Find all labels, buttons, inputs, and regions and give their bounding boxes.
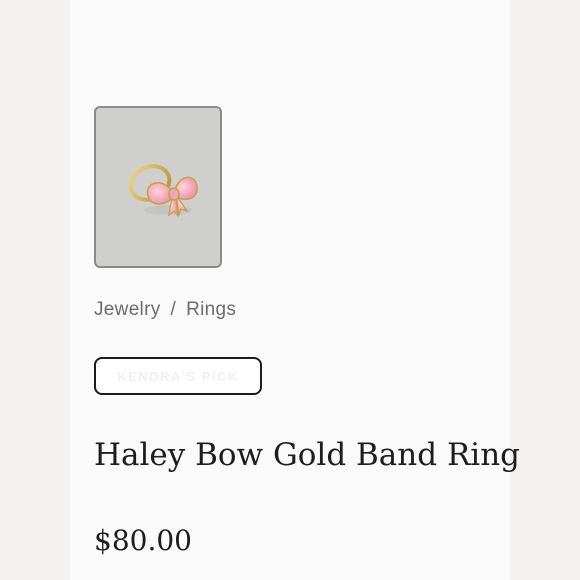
breadcrumb: Jewelry / Rings xyxy=(94,299,236,321)
product-title: Haley Bow Gold Band Ring xyxy=(94,437,521,473)
product-thumbnail[interactable] xyxy=(94,106,222,268)
ring-icon xyxy=(128,164,198,218)
breadcrumb-separator: / xyxy=(170,299,177,320)
product-price: $80.00 xyxy=(94,524,192,557)
kendras-pick-badge: KENDRA'S PICK xyxy=(94,357,262,395)
breadcrumb-rings[interactable]: Rings xyxy=(186,299,236,320)
product-panel xyxy=(70,0,510,580)
breadcrumb-jewelry[interactable]: Jewelry xyxy=(94,299,161,320)
